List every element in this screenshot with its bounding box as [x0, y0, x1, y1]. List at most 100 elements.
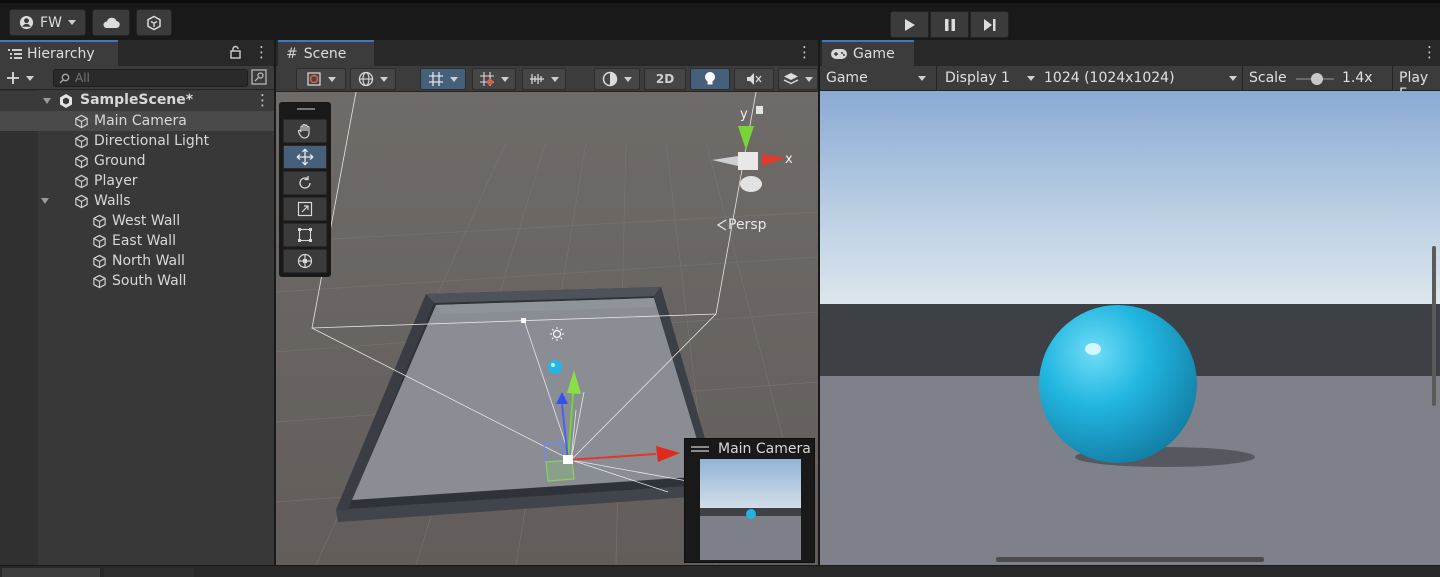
chevron-down-icon: [328, 76, 336, 82]
tree-item-label: Ground: [94, 153, 146, 169]
cloud-button[interactable]: [92, 9, 130, 36]
effects-dropdown[interactable]: [778, 68, 818, 90]
game-menu-icon[interactable]: [1422, 43, 1437, 61]
bottom-tab-strip: [0, 565, 1440, 577]
expand-arrow-icon[interactable]: [41, 198, 49, 204]
persp-label: Persp: [728, 217, 767, 233]
horizontal-scrollbar[interactable]: [996, 557, 1264, 562]
chevron-down-icon: [805, 76, 813, 82]
tree-item[interactable]: West Wall: [0, 211, 274, 231]
step-button[interactable]: [970, 11, 1009, 38]
drag-handle-icon[interactable]: [297, 108, 315, 110]
audio-toggle[interactable]: [734, 68, 774, 90]
draw-mode-dropdown[interactable]: [296, 68, 346, 90]
chevron-down-icon: [1229, 76, 1237, 81]
drag-handle-icon[interactable]: [691, 446, 709, 448]
tree-item-label: Main Camera: [94, 113, 187, 129]
lightbulb-icon: [705, 72, 715, 85]
tree-item[interactable]: Main Camera: [0, 111, 274, 131]
vertical-scrollbar[interactable]: [1432, 246, 1436, 406]
player-sphere[interactable]: [548, 360, 562, 374]
display-dropdown[interactable]: Display 1: [938, 66, 1040, 91]
resolution-dropdown[interactable]: 1024 (1024x1024): [1041, 66, 1241, 91]
move-tool[interactable]: [283, 145, 327, 169]
create-dropdown[interactable]: [6, 69, 40, 87]
rotate-tool[interactable]: [283, 171, 327, 195]
step-icon: [983, 18, 995, 31]
chevron-down-icon: [918, 76, 926, 81]
scale-slider-thumb[interactable]: [1311, 73, 1324, 85]
lock-icon[interactable]: [230, 45, 241, 59]
gameobject-cube-icon: [75, 114, 88, 128]
hierarchy-search-field[interactable]: [53, 69, 248, 87]
tree-item[interactable]: North Wall: [0, 251, 274, 271]
tab-console[interactable]: [104, 568, 194, 577]
scale-icon: [297, 201, 313, 217]
move-icon: [296, 148, 314, 166]
tab-project[interactable]: [2, 568, 100, 577]
mode-2d-toggle[interactable]: 2D: [644, 68, 686, 90]
hand-tool[interactable]: [283, 119, 327, 143]
scene-menu-icon[interactable]: [255, 91, 270, 109]
collab-button[interactable]: [136, 9, 172, 36]
drag-handle-icon[interactable]: [691, 450, 709, 452]
tab-hierarchy[interactable]: Hierarchy: [0, 40, 118, 66]
tab-scene-label: Scene: [303, 46, 347, 62]
tab-game-label: Game: [853, 46, 895, 62]
scale-slider[interactable]: [1296, 73, 1334, 85]
tab-scene[interactable]: # Scene: [278, 40, 374, 66]
tree-item[interactable]: Ground: [0, 151, 274, 171]
scene-menu-icon[interactable]: [797, 43, 812, 61]
pause-button[interactable]: [930, 11, 969, 38]
hierarchy-menu-icon[interactable]: [254, 43, 269, 61]
hierarchy-panel: Hierarchy SampleScene* Main Camera Direct…: [0, 40, 274, 565]
chevron-down-icon: [501, 76, 509, 82]
scene-name: SampleScene*: [80, 92, 194, 108]
gameobject-cube-icon: [75, 174, 88, 188]
snap-increment-dropdown[interactable]: [472, 68, 516, 90]
gameobject-cube-icon: [93, 254, 106, 268]
display-label: Display 1: [945, 70, 1010, 86]
tree-item[interactable]: East Wall: [0, 231, 274, 251]
lighting-toggle[interactable]: [690, 68, 730, 90]
shading-mode-dropdown[interactable]: [594, 68, 640, 90]
search-input[interactable]: [75, 71, 245, 85]
globe-icon: [358, 71, 374, 87]
tools-overlay: [279, 102, 331, 277]
game-view-dropdown[interactable]: Game: [820, 66, 935, 91]
scale-tool[interactable]: [283, 197, 327, 221]
chevron-down-icon: [624, 76, 632, 82]
expand-arrow-icon[interactable]: [43, 98, 51, 104]
grid-snap-toggle[interactable]: [420, 68, 466, 90]
tree-item-label: Player: [94, 173, 138, 189]
tree-item-label: Directional Light: [94, 133, 210, 149]
layers-icon: [783, 73, 799, 85]
account-dropdown[interactable]: FW: [9, 9, 86, 36]
gameobject-cube-icon: [75, 194, 88, 208]
toolbar-separator: [1242, 66, 1243, 91]
tree-item[interactable]: South Wall: [0, 271, 274, 291]
mode-2d-label: 2D: [655, 72, 675, 86]
snap-icon: [480, 72, 494, 86]
account-label: FW: [40, 14, 62, 31]
rect-tool[interactable]: [283, 223, 327, 247]
tree-item[interactable]: Walls: [0, 191, 274, 211]
resolution-label: 1024 (1024x1024): [1044, 70, 1175, 86]
search-icon: [59, 73, 70, 83]
gizmo-x-label: x: [785, 152, 793, 167]
projection-toggle[interactable]: Persp: [716, 217, 767, 233]
hand-icon: [297, 123, 310, 139]
scene-row[interactable]: SampleScene*: [0, 91, 274, 111]
gameobject-cube-icon: [75, 154, 88, 168]
increment-snap-dropdown[interactable]: [522, 68, 566, 90]
shading-icon: [307, 72, 321, 86]
play-button[interactable]: [890, 11, 929, 38]
tab-game[interactable]: Game: [822, 40, 914, 66]
rotate-icon: [299, 176, 311, 189]
tree-item[interactable]: Player: [0, 171, 274, 191]
scene-search-icon[interactable]: [251, 69, 267, 85]
global-local-dropdown[interactable]: [350, 68, 396, 90]
tree-item[interactable]: Directional Light: [0, 131, 274, 151]
game-viewport[interactable]: [820, 91, 1440, 565]
transform-tool[interactable]: [283, 249, 327, 273]
